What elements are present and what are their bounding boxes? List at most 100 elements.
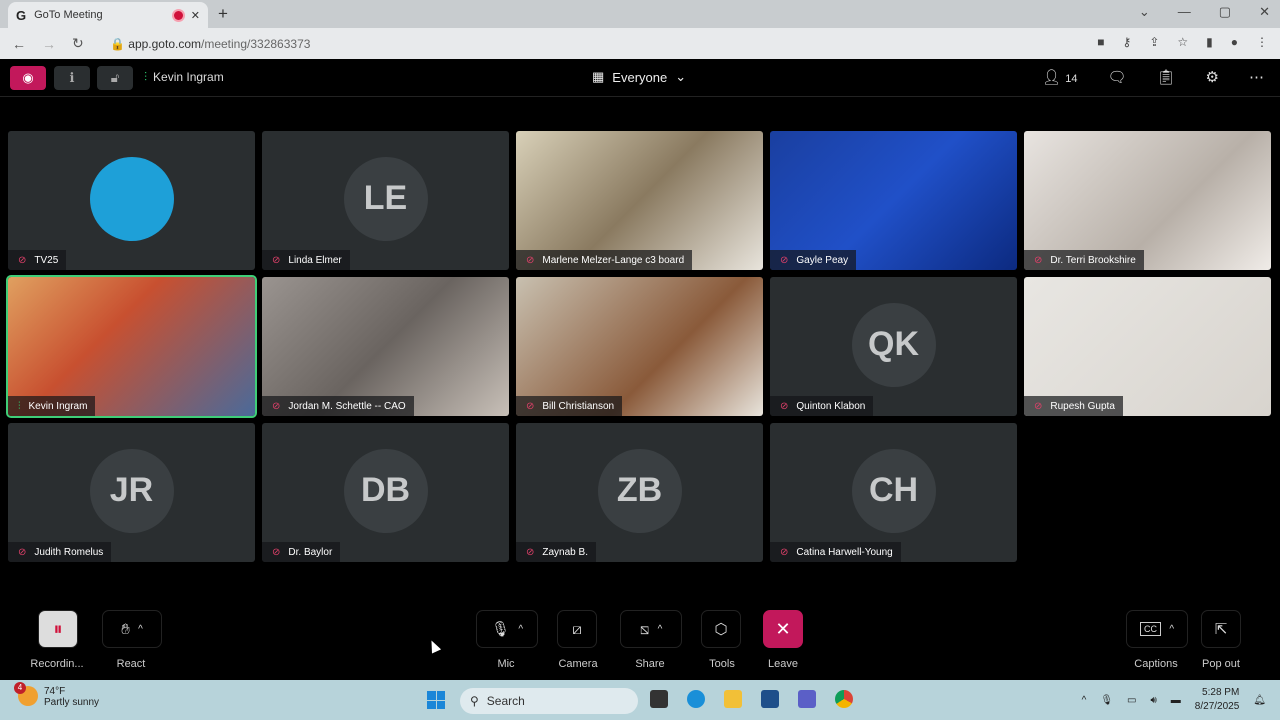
bookmark-star-icon[interactable]: ☆ [1177,35,1188,49]
minimize-button[interactable]: — [1178,4,1191,20]
participant-tile[interactable]: LE ⊘ Linda Elmer [262,131,509,270]
participant-tile[interactable]: ⊘ Bill Christianson [516,277,763,416]
participant-name-label: ⊘ Dr. Terri Brookshire [1024,250,1144,270]
teams-icon[interactable] [798,690,816,708]
weather-widget[interactable]: 4 74°F Partly sunny [14,682,99,708]
url-field[interactable]: 🔒 app.goto.com/meeting/332863373 [110,37,310,51]
clock[interactable]: 5:28 PM 8/27/2025 [1195,686,1240,714]
captions-chevron-icon[interactable]: ^ [1169,624,1174,635]
menu-icon[interactable]: ⋮ [1256,35,1268,49]
volume-icon[interactable]: 🔊︎ [1150,695,1156,706]
mic-muted-icon: ⊘ [1034,254,1043,266]
participant-tile[interactable]: ⫶ Kevin Ingram [6,275,257,418]
participant-tile[interactable]: QK ⊘ Quinton Klabon [770,277,1017,416]
react-button[interactable]: ✋︎ ^ [102,610,162,648]
notes-icon[interactable]: 📋︎ [1157,68,1176,86]
participant-name-label: ⊘ Judith Romelus [8,542,112,562]
task-view-icon[interactable] [650,690,668,708]
settings-gear-icon[interactable]: ⚙ [1206,68,1219,86]
react-label: React [116,658,146,670]
leave-button[interactable]: ✕ [763,610,803,648]
tab-search-icon[interactable]: ⌄ [1139,4,1150,20]
participant-name-label: ⊘ Dr. Baylor [262,542,341,562]
search-icon: ⚲ [470,694,479,708]
mic-chevron-icon[interactable]: ^ [518,624,523,635]
mic-label: Mic [497,658,515,670]
participant-tile[interactable]: ⊘ Marlene Melzer-Lange c3 board [516,131,763,270]
show-hidden-icons[interactable]: ^ [1082,695,1087,706]
participant-tile[interactable]: ⊘ Rupesh Gupta [1024,277,1271,416]
maximize-button[interactable]: ▢ [1219,4,1231,20]
participant-tile[interactable]: CH ⊘ Catina Harwell-Young [770,423,1017,562]
close-tab-icon[interactable]: ✕ [191,9,200,22]
recording-button[interactable]: ◉ [10,66,46,90]
mic-off-icon: 🎙︎ [490,621,510,638]
microphone-icon[interactable]: 🎙︎ [1100,695,1113,706]
participant-name-label: ⊘ Catina Harwell-Young [770,542,901,562]
view-selector[interactable]: ▦ Everyone ⌄ [592,69,686,85]
participant-name: Gayle Peay [796,254,849,266]
network-icon[interactable]: ▭ [1127,695,1136,706]
taskbar-search[interactable]: ⚲ Search [460,688,638,714]
info-icon[interactable]: ℹ [54,66,90,90]
hand-icon: ✋︎ [121,620,130,638]
participant-count: 14 [1065,73,1078,85]
address-bar: ← → ↻ 🔒 app.goto.com/meeting/332863373 ■… [0,28,1280,59]
camera-permission-icon[interactable]: ■ [1097,35,1104,49]
participant-tile[interactable]: ⊘ TV25 [8,131,255,270]
participant-tile[interactable]: ZB ⊘ Zaynab B. [516,423,763,562]
key-icon[interactable]: ⚷ [1123,35,1132,49]
mic-muted-icon: ⊘ [780,400,789,412]
more-icon[interactable]: ⋯ [1249,68,1264,86]
file-explorer-icon[interactable] [724,690,742,708]
view-label: Everyone [612,69,668,85]
chevron-down-icon: ⌄ [675,69,687,84]
browser-tab-bar: G GoTo Meeting ✕ + ⌄ — ▢ ✕ [0,0,1280,28]
date: 8/27/2025 [1194,701,1240,712]
tools-button[interactable]: ⬡ [701,610,741,648]
participant-avatar: DB [343,448,428,533]
participant-tile[interactable]: DB ⊘ Dr. Baylor [262,423,509,562]
close-window-button[interactable]: ✕ [1259,4,1270,20]
share-icon[interactable]: ⇪ [1149,35,1159,49]
participant-avatar: ZB [597,448,682,533]
screen-share-off-icon: ⧅ [639,620,650,638]
mic-muted-icon: ⊘ [272,254,281,266]
captions-button[interactable]: CC ^ [1126,610,1188,648]
chat-icon[interactable]: 🗨︎ [1107,68,1126,86]
share-button[interactable]: ⧅ ^ [620,610,682,648]
participant-tile[interactable]: ⊘ Dr. Terri Brookshire [1024,131,1271,270]
participant-tile[interactable]: ⊘ Jordan M. Schettle -- CAO [262,277,509,416]
browser-tab[interactable]: G GoTo Meeting ✕ [8,2,208,28]
camera-button[interactable]: ⧄ [557,610,597,648]
participant-name: Marlene Melzer-Lange c3 board [542,254,685,266]
new-tab-button[interactable]: + [218,4,228,24]
side-panel-icon[interactable]: ▮ [1206,35,1213,49]
forward-icon[interactable]: → [42,36,60,52]
participant-tile[interactable]: JR ⊘ Judith Romelus [8,423,255,562]
react-chevron-icon[interactable]: ^ [138,624,143,635]
tools-label: Tools [709,658,735,670]
battery-icon[interactable]: ▬ [1171,695,1181,706]
profile-icon[interactable]: ● [1231,35,1238,49]
lock-icon[interactable]: 🔓︎ [97,66,133,90]
chrome-icon[interactable] [835,690,853,708]
mic-button[interactable]: 🎙︎ ^ [476,610,538,648]
participant-name: Quinton Klabon [796,400,866,412]
participant-name-label: ⊘ TV25 [8,250,67,270]
participant-tile[interactable]: ⊘ Gayle Peay [770,131,1017,270]
windows-start-icon[interactable] [427,691,445,709]
notification-bell-icon[interactable]: 🔔︎ [1253,695,1266,706]
participant-avatar: LE [343,156,428,241]
camera-off-icon: ⧄ [572,620,582,638]
participant-avatar: QK [851,302,936,387]
back-icon[interactable]: ← [12,36,30,52]
store-icon[interactable] [761,690,779,708]
participant-name-label: ⊘ Zaynab B. [516,542,596,562]
participants-button[interactable]: 👤︎ 14 [1042,68,1077,86]
reload-icon[interactable]: ↻ [72,35,90,52]
pop-out-button[interactable]: ⇱ [1201,610,1241,648]
share-chevron-icon[interactable]: ^ [658,624,663,635]
pause-recording-button[interactable]: ⏸ [38,610,78,648]
edge-icon[interactable] [687,690,705,708]
